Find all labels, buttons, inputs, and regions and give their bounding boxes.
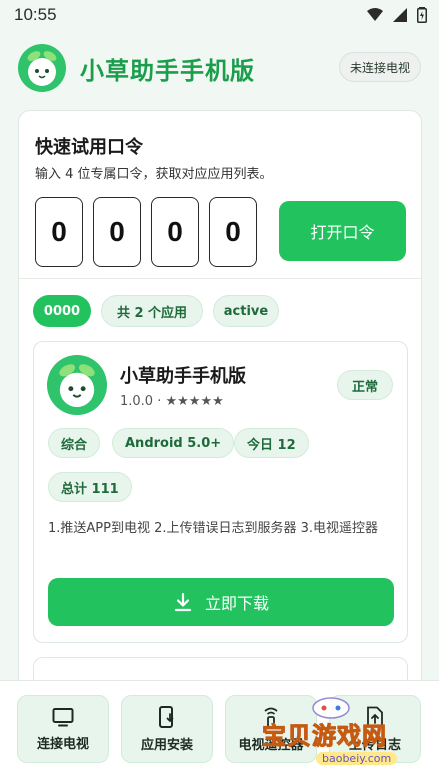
code-digit-3[interactable]: 0 xyxy=(151,197,199,267)
state-chip: active xyxy=(213,295,279,327)
sprout-mascot-icon xyxy=(27,51,57,86)
page-title: 小草助手手机版 xyxy=(80,56,255,85)
code-digit-1[interactable]: 0 xyxy=(35,197,83,267)
signal-icon xyxy=(367,8,383,21)
app-logo xyxy=(18,44,66,92)
app-name: 小草助手手机版 xyxy=(120,366,246,387)
cellular-icon xyxy=(393,8,407,22)
code-digit-2[interactable]: 0 xyxy=(93,197,141,267)
nav-label: 上传日志 xyxy=(348,737,401,753)
system-icons xyxy=(367,7,427,23)
divider xyxy=(19,278,421,279)
app-count-chip: 共 2 个应用 xyxy=(101,295,203,327)
status-badge: 正常 xyxy=(336,370,393,400)
nav-tv-remote[interactable]: 电视遥控器 xyxy=(225,695,317,763)
nav-label: 连接电视 xyxy=(36,736,89,752)
section-subtitle: 输入 4 位专属口令，获取对应应用列表。 xyxy=(35,167,273,182)
quick-try-card: 快速试用口令 输入 4 位专属口令，获取对应应用列表。 0 0 0 0 打开口令… xyxy=(18,110,422,700)
category-tag: 综合 xyxy=(48,428,101,458)
section-title: 快速试用口令 xyxy=(35,137,143,158)
battery-icon xyxy=(417,7,427,23)
nav-upload-log[interactable]: 上传日志 xyxy=(329,695,421,763)
app-header: 小草助手手机版 未连接电视 xyxy=(0,30,439,106)
open-code-button[interactable]: 打开口令 xyxy=(279,201,406,261)
code-chip: 0000 xyxy=(33,295,91,327)
app-card-logo xyxy=(47,355,107,415)
nav-install-app[interactable]: 应用安装 xyxy=(121,695,213,763)
os-version-tag: Android 5.0+ xyxy=(112,428,235,458)
today-count-tag: 今日 12 xyxy=(234,428,309,458)
app-meta: 1.0.0 · ★★★★★ xyxy=(120,394,224,409)
total-count-tag: 总计 111 xyxy=(48,472,132,502)
app-version: 1.0.0 xyxy=(120,394,154,409)
download-button[interactable]: 立即下载 xyxy=(48,578,394,626)
status-time: 10:55 xyxy=(14,5,57,24)
download-button-label: 立即下载 xyxy=(204,594,269,613)
code-digit-4[interactable]: 0 xyxy=(209,197,257,267)
app-rating: · ★★★★★ xyxy=(157,394,224,409)
connection-status-badge[interactable]: 未连接电视 xyxy=(338,52,421,82)
download-icon xyxy=(174,592,192,612)
remote-icon xyxy=(264,707,278,728)
bottom-nav: 连接电视 应用安装 电视遥控器 上传日志 xyxy=(0,680,439,780)
app-card: 小草助手手机版 1.0.0 · ★★★★★ 正常 综合 Android 5.0+… xyxy=(33,341,408,643)
status-bar: 10:55 xyxy=(0,0,439,30)
sprout-mascot-icon xyxy=(59,364,95,408)
tv-icon xyxy=(52,707,74,726)
nav-connect-tv[interactable]: 连接电视 xyxy=(17,695,109,763)
nav-label: 电视遥控器 xyxy=(238,737,304,753)
phone-install-icon xyxy=(159,705,174,728)
app-description: 1.推送APP到电视 2.上传错误日志到服务器 3.电视遥控器 xyxy=(48,521,379,536)
upload-log-icon xyxy=(367,706,383,727)
nav-label: 应用安装 xyxy=(140,737,193,753)
